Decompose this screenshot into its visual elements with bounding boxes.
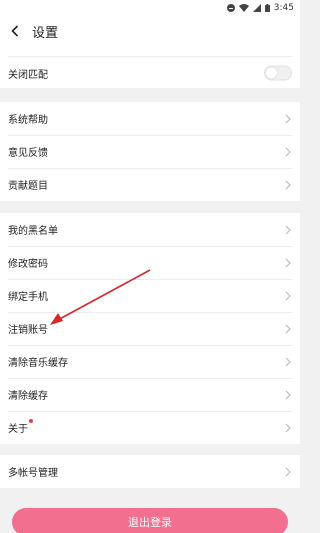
chevron-right-icon	[285, 114, 291, 123]
help-group: 系统帮助 意见反馈 贡献题目	[0, 102, 300, 201]
chevron-right-icon	[285, 225, 291, 234]
row-label: 意见反馈	[8, 148, 48, 159]
settings-row-about[interactable]: 关于	[0, 411, 300, 444]
chevron-right-icon	[285, 324, 291, 333]
row-label: 我的黑名单	[8, 226, 58, 237]
logout-button[interactable]: 退出登录	[12, 508, 288, 533]
about-label-wrap: 关于	[8, 419, 33, 435]
close-match-toggle[interactable]	[264, 65, 292, 81]
settings-row-delete-account[interactable]: 注销账号	[0, 312, 300, 345]
row-label: 清除缓存	[8, 391, 48, 402]
row-label: 清除音乐缓存	[8, 358, 68, 369]
status-time: 3:45	[273, 3, 294, 13]
chevron-right-icon	[285, 467, 291, 476]
chevron-right-icon	[285, 291, 291, 300]
settings-row-multi-account[interactable]: 多帐号管理	[0, 455, 300, 488]
notification-dot	[29, 419, 33, 423]
title-bar: 设置	[0, 16, 300, 46]
settings-row-clear-cache[interactable]: 清除缓存	[0, 378, 300, 411]
chevron-right-icon	[285, 147, 291, 156]
chevron-right-icon	[285, 357, 291, 366]
account-group: 我的黑名单 修改密码 绑定手机 注销账号 清除音乐缓存 清除缓存 关于	[0, 213, 300, 444]
row-label: 修改密码	[8, 259, 48, 270]
battery-icon	[264, 4, 270, 12]
settings-row-blacklist[interactable]: 我的黑名单	[0, 213, 300, 246]
settings-row-system-help[interactable]: 系统帮助	[0, 102, 300, 135]
chevron-right-icon	[285, 258, 291, 267]
divider	[8, 56, 292, 57]
row-label: 系统帮助	[8, 115, 48, 126]
multi-account-group: 多帐号管理	[0, 455, 300, 488]
chevron-right-icon	[285, 180, 291, 189]
row-label: 贡献题目	[8, 181, 48, 192]
do-not-disturb-icon	[226, 4, 235, 12]
wifi-icon	[238, 4, 249, 12]
row-label: 多帐号管理	[8, 468, 58, 479]
close-match-label: 关闭匹配	[8, 69, 48, 81]
settings-row-clear-music-cache[interactable]: 清除音乐缓存	[0, 345, 300, 378]
settings-row-change-password[interactable]: 修改密码	[0, 246, 300, 279]
settings-row-contribute[interactable]: 贡献题目	[0, 168, 300, 201]
signal-icon	[252, 4, 261, 12]
back-arrow-icon[interactable]	[8, 24, 22, 38]
status-bar: 3:45	[0, 0, 300, 16]
page-title: 设置	[32, 25, 59, 41]
row-label: 绑定手机	[8, 292, 48, 303]
chevron-right-icon	[285, 423, 291, 432]
settings-row-feedback[interactable]: 意见反馈	[0, 135, 300, 168]
match-settings-group: 关闭匹配	[0, 46, 300, 88]
toggle-knob	[266, 67, 277, 79]
row-label: 关于	[8, 424, 28, 435]
row-label: 注销账号	[8, 325, 48, 336]
close-match-row[interactable]: 关闭匹配	[0, 58, 300, 88]
chevron-right-icon	[285, 390, 291, 399]
settings-row-bind-phone[interactable]: 绑定手机	[0, 279, 300, 312]
